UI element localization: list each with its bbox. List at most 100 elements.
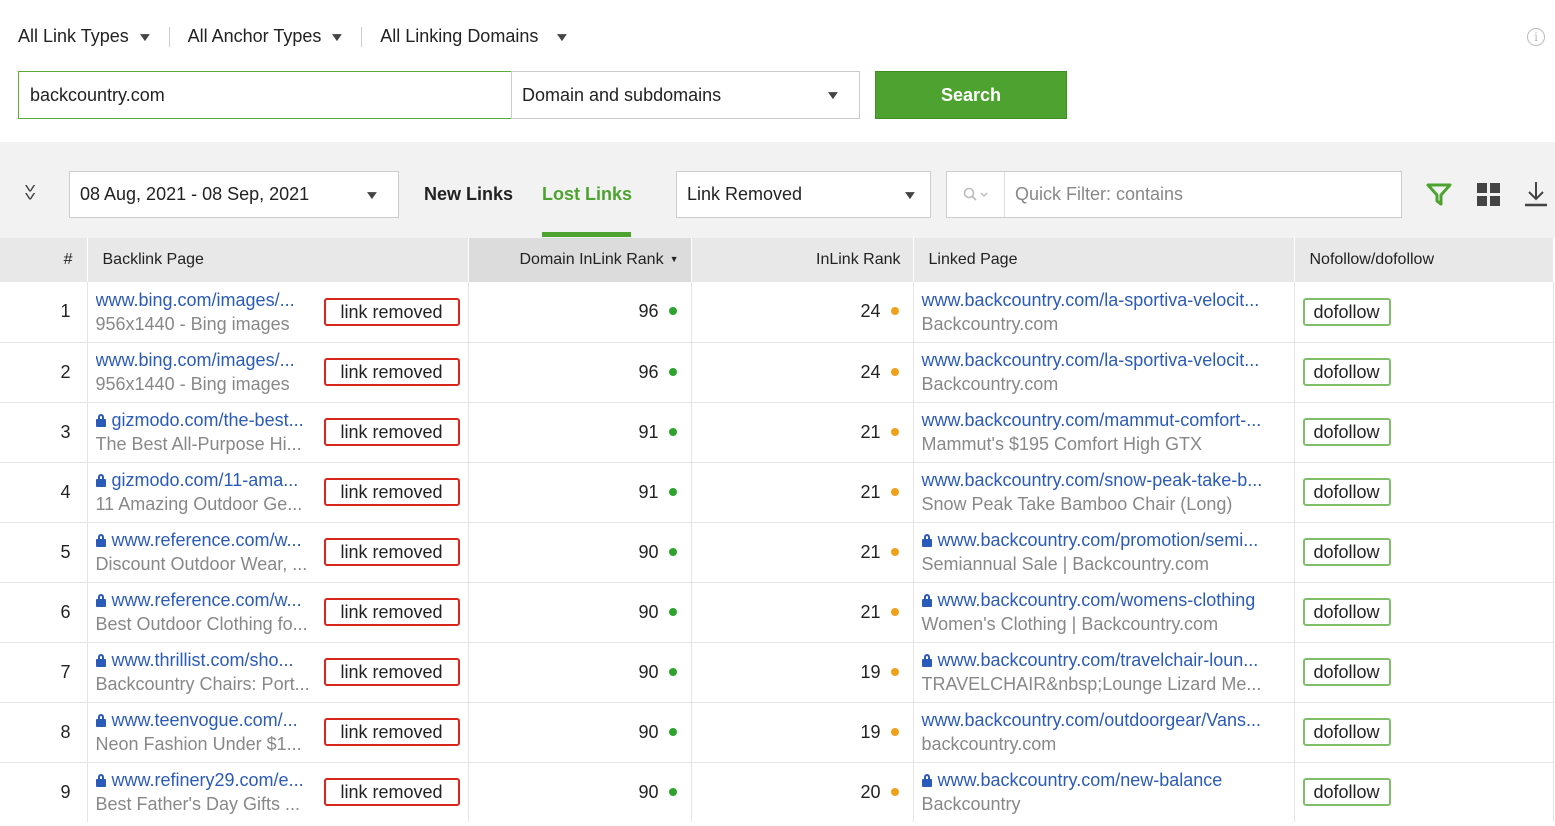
scope-select[interactable]: Domain and subdomains ▼ xyxy=(511,71,860,119)
linked-page-title: Backcountry xyxy=(921,794,1021,815)
col-backlink-page-header[interactable]: Backlink Page xyxy=(87,238,469,282)
linked-page-url[interactable]: www.backcountry.com/la-sportiva-velocit.… xyxy=(922,348,1294,372)
backlink-url-text: www.bing.com/images/... xyxy=(95,289,295,310)
lock-icon xyxy=(95,534,106,547)
col-follow-header[interactable]: Nofollow/dofollow xyxy=(1294,238,1554,282)
quick-filter-input[interactable] xyxy=(1005,184,1401,205)
link-types-dropdown[interactable]: All Link Types ▼ xyxy=(18,26,153,47)
info-icon[interactable]: i xyxy=(1527,28,1545,46)
date-range-select[interactable]: 08 Aug, 2021 - 08 Sep, 2021 ▼ xyxy=(69,171,399,218)
domain-inlink-rank-value: 96 xyxy=(638,301,659,322)
anchor-types-dropdown[interactable]: All Anchor Types ▼ xyxy=(187,26,346,47)
col-domain-inlink-rank-header[interactable]: Domain InLink Rank ▼ xyxy=(468,238,692,282)
date-range-value: 08 Aug, 2021 - 08 Sep, 2021 xyxy=(80,184,310,204)
linked-page-url[interactable]: www.backcountry.com/womens-clothing xyxy=(921,588,1294,612)
rank-dot-icon xyxy=(890,367,899,376)
tab-new-links[interactable]: New Links xyxy=(424,184,513,205)
linked-page-url[interactable]: www.backcountry.com/travelchair-loun... xyxy=(921,648,1294,672)
domain-inlink-rank-value: 90 xyxy=(638,541,659,562)
linked-page-cell: www.backcountry.com/la-sportiva-velocit.… xyxy=(913,342,1295,403)
anchor-types-label: All Anchor Types xyxy=(187,26,322,46)
table-row[interactable]: 3 gizmodo.com/the-best... The Best All-Pur… xyxy=(0,402,1554,463)
table-row[interactable]: 2 www.bing.com/images/... 956x1440 - Bing … xyxy=(0,342,1554,403)
backlink-title: Neon Fashion Under $1... xyxy=(95,734,302,754)
backlink-url[interactable]: gizmodo.com/the-best... xyxy=(95,408,316,432)
backlink-url[interactable]: www.bing.com/images/... xyxy=(96,288,316,312)
domain-inlink-rank-cell: 90 xyxy=(468,642,692,703)
linked-page-url-text: www.backcountry.com/snow-peak-take-b... xyxy=(921,470,1263,490)
linked-page-cell: www.backcountry.com/snow-peak-take-b... S… xyxy=(913,462,1295,523)
backlink-url[interactable]: www.reference.com/w... xyxy=(95,588,316,612)
backlink-url[interactable]: gizmodo.com/11-ama... xyxy=(95,468,316,492)
collapse-icon[interactable]: ˅ ˅ xyxy=(24,181,36,203)
linked-page-url[interactable]: www.backcountry.com/snow-peak-take-b... xyxy=(922,468,1294,492)
results-toolbar: ˅ ˅ 08 Aug, 2021 - 08 Sep, 2021 ▼ New Lin… xyxy=(0,142,1555,238)
follow-cell: dofollow xyxy=(1294,402,1554,463)
backlink-page-cell: www.thrillist.com/sho... Backcountry Chai… xyxy=(87,642,469,703)
backlink-url[interactable]: www.thrillist.com/sho... xyxy=(95,648,316,672)
columns-grid-icon[interactable] xyxy=(1477,183,1501,207)
linking-domains-dropdown[interactable]: All Linking Domains ▼ xyxy=(380,26,570,47)
col-index-header[interactable]: # xyxy=(0,238,88,282)
inlink-rank-cell: 20 xyxy=(691,762,914,822)
follow-badge: dofollow xyxy=(1302,358,1391,386)
rank-dot-icon xyxy=(668,547,677,556)
backlink-page-cell: www.teenvogue.com/... Neon Fashion Under … xyxy=(87,702,469,763)
sort-desc-icon: ▼ xyxy=(669,254,679,264)
domain-inlink-rank-value: 91 xyxy=(638,421,659,442)
chevron-down-icon: ▼ xyxy=(901,187,919,202)
domain-inlink-rank-cell: 90 xyxy=(468,762,692,822)
lost-reason-select[interactable]: Link Removed ▼ xyxy=(676,171,931,218)
table-row[interactable]: 4 gizmodo.com/11-ama... 11 Amazing Outdoor… xyxy=(0,462,1554,523)
linked-page-url[interactable]: www.backcountry.com/outdoorgear/Vans... xyxy=(922,708,1294,732)
linked-page-url[interactable]: www.backcountry.com/la-sportiva-velocit.… xyxy=(922,288,1294,312)
lock-icon xyxy=(921,654,932,667)
backlink-url[interactable]: www.bing.com/images/... xyxy=(96,348,316,372)
domain-inlink-rank-value: 90 xyxy=(638,781,659,802)
backlink-url-text: www.refinery29.com/e... xyxy=(111,770,304,791)
backlink-page-cell: gizmodo.com/the-best... The Best All-Purp… xyxy=(87,402,469,463)
table-row[interactable]: 5 www.reference.com/w... Discount Outdoor … xyxy=(0,522,1554,583)
linked-page-url[interactable]: www.backcountry.com/promotion/semi... xyxy=(921,528,1294,552)
row-index: 8 xyxy=(0,702,88,763)
chevron-down-icon: ▼ xyxy=(328,29,346,44)
rank-dot-icon xyxy=(668,727,677,736)
filter-icon[interactable] xyxy=(1426,182,1452,208)
inlink-rank-cell: 24 xyxy=(691,282,914,343)
download-icon[interactable] xyxy=(1523,180,1549,208)
linked-page-url[interactable]: www.backcountry.com/new-balance xyxy=(921,768,1294,792)
domain-inlink-rank-value: 91 xyxy=(638,481,659,502)
linked-page-cell: www.backcountry.com/travelchair-loun... T… xyxy=(913,642,1295,703)
col-linked-page-header[interactable]: Linked Page xyxy=(913,238,1295,282)
tab-lost-links[interactable]: Lost Links xyxy=(542,184,632,205)
search-button[interactable]: Search xyxy=(875,71,1067,119)
lock-icon xyxy=(95,474,106,487)
domain-input[interactable] xyxy=(18,71,512,119)
backlink-url[interactable]: www.teenvogue.com/... xyxy=(95,708,316,732)
backlink-url[interactable]: www.refinery29.com/e... xyxy=(95,768,316,792)
table-row[interactable]: 1 www.bing.com/images/... 956x1440 - Bing … xyxy=(0,282,1554,343)
backlink-title: Best Outdoor Clothing fo... xyxy=(95,614,308,634)
backlink-url[interactable]: www.reference.com/w... xyxy=(95,528,316,552)
domain-inlink-rank-cell: 90 xyxy=(468,522,692,583)
search-options-icon[interactable] xyxy=(947,172,1005,217)
table-row[interactable]: 6 www.reference.com/w... Best Outdoor Clot… xyxy=(0,582,1554,643)
linked-page-url-text: www.backcountry.com/la-sportiva-velocit.… xyxy=(921,289,1260,310)
rank-dot-icon xyxy=(890,667,899,676)
filter-bar: All Link Types ▼ All Anchor Types ▼ All … xyxy=(18,26,571,47)
domain-inlink-rank-cell: 90 xyxy=(468,702,692,763)
linked-page-url-text: www.backcountry.com/travelchair-loun... xyxy=(937,650,1259,670)
lock-icon xyxy=(95,774,106,788)
inlink-rank-value: 24 xyxy=(860,361,881,382)
table-row[interactable]: 7 www.thrillist.com/sho... Backcountry Cha… xyxy=(0,642,1554,703)
backlinks-table: # Backlink Page Domain InLink Rank ▼ InLi… xyxy=(0,238,1554,822)
inlink-rank-value: 21 xyxy=(860,601,881,622)
inlink-rank-cell: 24 xyxy=(691,342,914,403)
col-inlink-rank-header[interactable]: InLink Rank xyxy=(691,238,914,282)
table-row[interactable]: 9 www.refinery29.com/e... Best Father's Da… xyxy=(0,762,1554,822)
rank-dot-icon xyxy=(890,607,899,616)
table-row[interactable]: 8 www.teenvogue.com/... Neon Fashion Under… xyxy=(0,702,1554,763)
linked-page-url[interactable]: www.backcountry.com/mammut-comfort-... xyxy=(922,408,1294,432)
domain-inlink-rank-value: 90 xyxy=(638,721,659,742)
linked-page-title: backcountry.com xyxy=(921,734,1057,754)
